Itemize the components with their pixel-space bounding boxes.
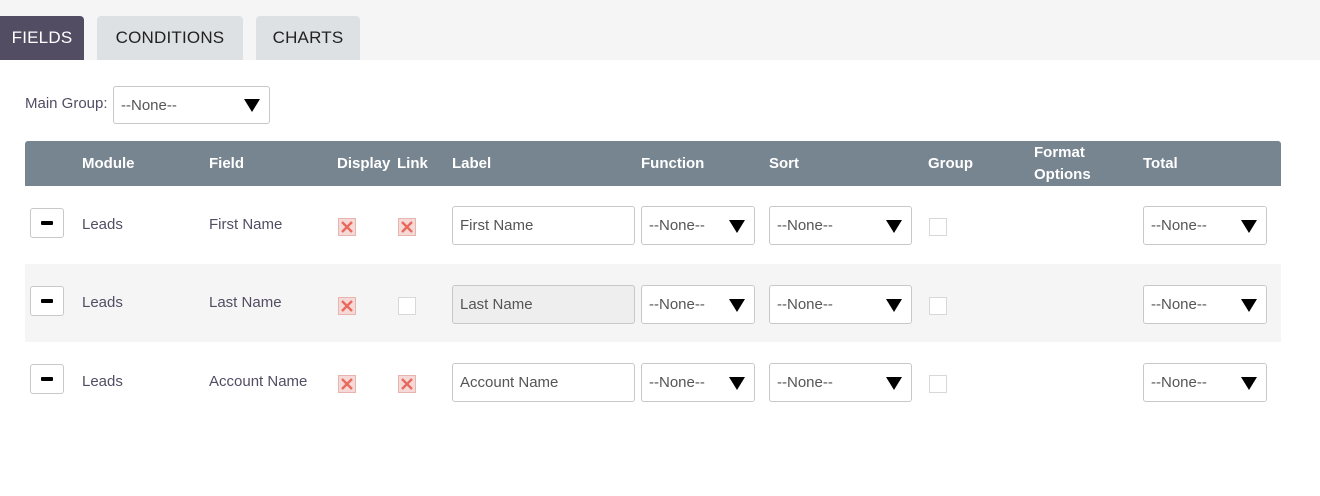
- remove-field-button[interactable]: [30, 364, 64, 394]
- minus-icon: [41, 221, 53, 225]
- field-cell: Account Name: [209, 373, 308, 390]
- main-group-select[interactable]: --None--: [113, 86, 270, 124]
- label-input[interactable]: Last Name: [452, 285, 635, 324]
- header-format-options: Format Options: [1034, 143, 1091, 183]
- x-mark-icon: [341, 378, 353, 390]
- tab-fields[interactable]: FIELDS: [0, 16, 84, 60]
- x-mark-icon: [401, 221, 413, 233]
- x-mark-icon: [341, 300, 353, 312]
- module-cell: Leads: [82, 373, 123, 390]
- triangle-down-icon: [1241, 298, 1257, 312]
- minus-icon: [41, 377, 53, 381]
- triangle-down-icon: [886, 298, 902, 312]
- triangle-down-icon: [244, 99, 260, 112]
- remove-field-button[interactable]: [30, 208, 64, 238]
- tab-bar: FIELDS CONDITIONS CHARTS: [0, 0, 1320, 60]
- label-input[interactable]: First Name: [452, 206, 635, 245]
- group-checkbox[interactable]: [929, 375, 947, 393]
- triangle-down-icon: [729, 219, 745, 233]
- table-row: Leads Account Name Account Name --None--…: [25, 342, 1281, 420]
- module-cell: Leads: [82, 294, 123, 311]
- function-select[interactable]: --None--: [641, 285, 755, 324]
- header-link: Link: [397, 154, 428, 172]
- total-select[interactable]: --None--: [1143, 206, 1267, 245]
- header-field: Field: [209, 154, 245, 172]
- header-function: Function: [641, 154, 705, 172]
- module-cell: Leads: [82, 216, 123, 233]
- table-row: Leads Last Name Last Name --None-- --Non…: [25, 264, 1281, 342]
- function-select[interactable]: --None--: [641, 363, 755, 402]
- header-label: Label: [452, 154, 492, 172]
- x-mark-icon: [401, 378, 413, 390]
- link-checkbox[interactable]: [398, 218, 416, 236]
- sort-select[interactable]: --None--: [769, 363, 912, 402]
- minus-icon: [41, 299, 53, 303]
- triangle-down-icon: [1241, 219, 1257, 233]
- triangle-down-icon: [1241, 376, 1257, 390]
- display-checkbox[interactable]: [338, 218, 356, 236]
- group-checkbox[interactable]: [929, 218, 947, 236]
- sort-select[interactable]: --None--: [769, 285, 912, 324]
- tab-conditions[interactable]: CONDITIONS: [97, 16, 243, 60]
- tab-charts[interactable]: CHARTS: [256, 16, 360, 60]
- link-checkbox[interactable]: [398, 375, 416, 393]
- header-group: Group: [928, 154, 973, 172]
- triangle-down-icon: [729, 298, 745, 312]
- header-sort: Sort: [769, 154, 799, 172]
- sort-select[interactable]: --None--: [769, 206, 912, 245]
- table-header: Module Field Display Link Label Function…: [25, 141, 1281, 186]
- group-checkbox[interactable]: [929, 297, 947, 315]
- label-input[interactable]: Account Name: [452, 363, 635, 402]
- function-select[interactable]: --None--: [641, 206, 755, 245]
- x-mark-icon: [341, 221, 353, 233]
- table-row: Leads First Name First Name --None-- --N…: [25, 186, 1281, 264]
- total-select[interactable]: --None--: [1143, 285, 1267, 324]
- triangle-down-icon: [886, 376, 902, 390]
- display-checkbox[interactable]: [338, 375, 356, 393]
- remove-field-button[interactable]: [30, 286, 64, 316]
- triangle-down-icon: [729, 376, 745, 390]
- field-cell: First Name: [209, 216, 283, 233]
- header-module: Module: [82, 154, 135, 172]
- header-total: Total: [1143, 154, 1178, 172]
- link-checkbox[interactable]: [398, 297, 416, 315]
- total-select[interactable]: --None--: [1143, 363, 1267, 402]
- display-checkbox[interactable]: [338, 297, 356, 315]
- triangle-down-icon: [886, 219, 902, 233]
- main-group-label: Main Group:: [25, 95, 108, 112]
- field-cell: Last Name: [209, 294, 282, 311]
- header-display: Display: [337, 154, 391, 172]
